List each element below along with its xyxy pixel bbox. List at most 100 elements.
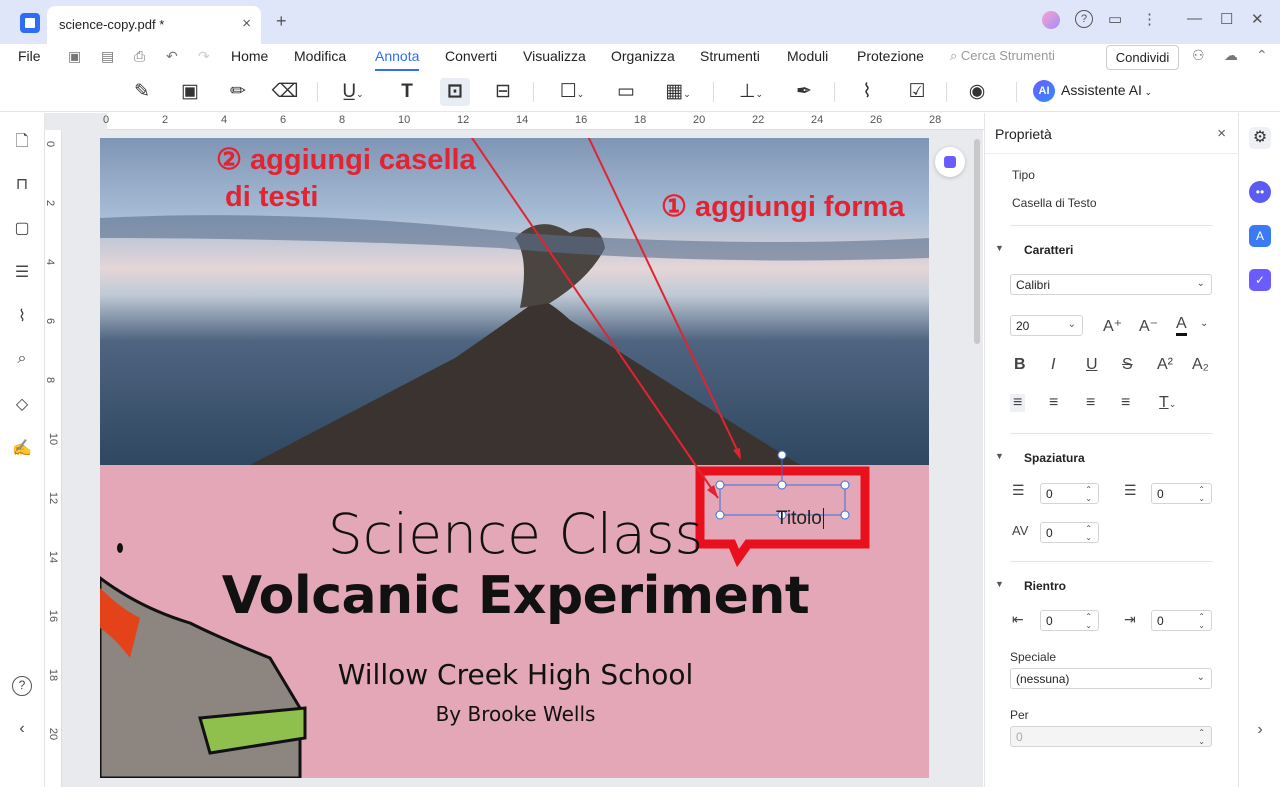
menu-converti[interactable]: Converti [445,48,497,64]
resize-handle[interactable] [715,480,725,490]
caret-down-icon[interactable]: ▼ [995,243,1004,253]
caret-down-icon[interactable]: ▼ [995,451,1004,461]
vertical-scrollbar[interactable] [974,139,980,344]
stepper-icon[interactable]: ⌃ ⌄ [1085,485,1092,503]
resize-handle[interactable] [840,480,850,490]
tab-close-icon[interactable]: × [242,15,251,32]
text-box-icon[interactable]: ⊡ [440,78,470,106]
section-caratteri[interactable]: Caratteri [1024,243,1073,257]
align-left-icon[interactable]: ≡ [1010,394,1026,412]
avatar[interactable] [1042,11,1060,29]
decrease-font-icon[interactable]: A⁻ [1139,316,1158,336]
char-spacing-input[interactable]: 0 ⌃ ⌄ [1040,522,1099,543]
collapse-right-icon[interactable]: › [1249,719,1271,741]
section-spaziatura[interactable]: Spaziatura [1024,451,1085,465]
justify-icon[interactable]: ≡ [1121,394,1130,412]
document-tab[interactable]: science-copy.pdf * × [47,6,261,44]
font-color-icon[interactable]: A [1176,315,1187,336]
signature-icon[interactable]: ✒ [790,78,818,106]
stamp-icon[interactable]: ⊥⌄ [731,78,771,106]
subscript-icon[interactable]: A₂ [1192,356,1209,374]
pdf-page[interactable]: ② aggiungi casella di testi ① aggiungi f… [100,138,929,778]
save-icon[interactable]: ▣ [68,48,81,65]
speciale-select[interactable]: (nessuna) ⌄ [1010,668,1212,689]
redo-icon[interactable]: ↷ [198,48,210,65]
cloud-upload-icon[interactable]: ☁ [1224,47,1238,64]
maximize-icon[interactable]: ☐ [1220,10,1233,28]
save-as-icon[interactable]: ▤ [101,48,114,65]
strikethrough-icon[interactable]: S [1122,356,1133,374]
minimize-icon[interactable]: — [1187,10,1202,27]
bookmark-icon[interactable]: ⊓ [12,174,32,194]
help-icon[interactable]: ? [12,676,32,696]
menu-annota[interactable]: Annota [375,48,420,71]
stepper-icon[interactable]: ⌃ ⌄ [1085,524,1092,542]
underline-icon[interactable]: U̲⌄ [335,78,371,106]
bold-icon[interactable]: B [1014,356,1026,374]
align-right-icon[interactable]: ≡ [1086,394,1095,412]
line-spacing-input[interactable]: 0 ⌃ ⌄ [1040,483,1099,504]
caret-down-icon[interactable]: ▼ [995,579,1004,589]
collapse-left-icon[interactable]: ‹ [12,720,32,738]
rotate-handle[interactable] [777,450,787,460]
search-panel-icon[interactable]: ⌕ [12,350,32,368]
stepper-icon[interactable]: ⌃ ⌄ [1085,612,1092,630]
text-icon[interactable]: T [393,78,421,106]
shape-icon[interactable]: ☐⌄ [553,78,591,106]
chevron-down-icon[interactable]: ⌄ [1200,318,1208,329]
layers-icon[interactable]: ◇ [12,394,32,414]
floating-ai-button[interactable] [935,147,965,177]
superscript-icon[interactable]: A² [1157,356,1173,374]
app-logo-icon[interactable] [20,13,40,33]
task-check-icon[interactable]: ✓ [1249,269,1271,291]
resize-handle[interactable] [777,480,787,490]
share-button[interactable]: Condividi [1106,45,1179,70]
menu-organizza[interactable]: Organizza [611,48,675,64]
eraser-icon[interactable]: ⌫ [271,78,299,106]
font-select[interactable]: Calibri ⌄ [1010,274,1212,295]
comment-icon[interactable]: ▢ [12,218,32,238]
italic-icon[interactable]: I [1051,356,1055,374]
indent-left-input[interactable]: 0 ⌃ ⌄ [1040,610,1099,631]
highlight-icon[interactable]: ✎ [128,78,156,106]
expand-icon[interactable]: ⌃ [1256,47,1268,64]
feedback-icon[interactable]: ▭ [1108,10,1122,28]
menu-visualizza[interactable]: Visualizza [523,48,586,64]
menu-moduli[interactable]: Moduli [787,48,828,64]
align-center-icon[interactable]: ≡ [1049,394,1058,412]
undo-icon[interactable]: ↶ [166,48,178,65]
properties-close-icon[interactable]: × [1217,125,1226,142]
ai-assistant-button[interactable]: Assistente AI ⌄ [1061,82,1152,98]
note-icon[interactable]: ▭ [612,78,640,106]
account-icon[interactable]: ⚇ [1192,47,1205,64]
new-tab-button[interactable]: + [276,11,287,32]
close-window-icon[interactable]: ✕ [1251,10,1264,28]
increase-font-icon[interactable]: A⁺ [1103,316,1122,336]
attachment-icon[interactable]: ⌇ [853,78,881,106]
ai-assistant-icon[interactable]: AI [1033,80,1055,102]
text-callout-icon[interactable]: ⊟ [489,78,517,106]
font-size-select[interactable]: 20 ⌄ [1010,315,1083,336]
form-icon[interactable]: ☑ [903,78,931,106]
signature-panel-icon[interactable]: ✍ [12,438,32,458]
properties-toggle-icon[interactable]: ⚙ [1249,127,1271,149]
pencil-icon[interactable]: ✏ [224,78,252,106]
menu-protezione[interactable]: Protezione [857,48,924,64]
more-icon[interactable]: ⋮ [1142,10,1157,28]
help-icon[interactable]: ? [1075,10,1093,28]
layers-list-icon[interactable]: ☰ [12,262,32,282]
stepper-icon[interactable]: ⌃ ⌄ [1198,612,1205,630]
attachment-panel-icon[interactable]: ⌇ [12,306,32,326]
stepper-icon[interactable]: ⌃ ⌄ [1198,485,1205,503]
section-rientro[interactable]: Rientro [1024,579,1066,593]
eye-icon[interactable]: ◉ [963,78,991,106]
menu-strumenti[interactable]: Strumenti [700,48,760,64]
measure-icon[interactable]: ▦⌄ [659,78,697,106]
paragraph-spacing-input[interactable]: 0 ⌃ ⌄ [1151,483,1212,504]
menu-modifica[interactable]: Modifica [294,48,346,64]
text-direction-icon[interactable]: T̲⌄ [1159,394,1176,412]
menu-home[interactable]: Home [231,48,268,64]
search-tools[interactable]: ⌕ Cerca Strumenti [950,48,1055,64]
menu-file[interactable]: File [18,48,41,64]
sticky-note-icon[interactable]: ▣ [176,78,204,106]
